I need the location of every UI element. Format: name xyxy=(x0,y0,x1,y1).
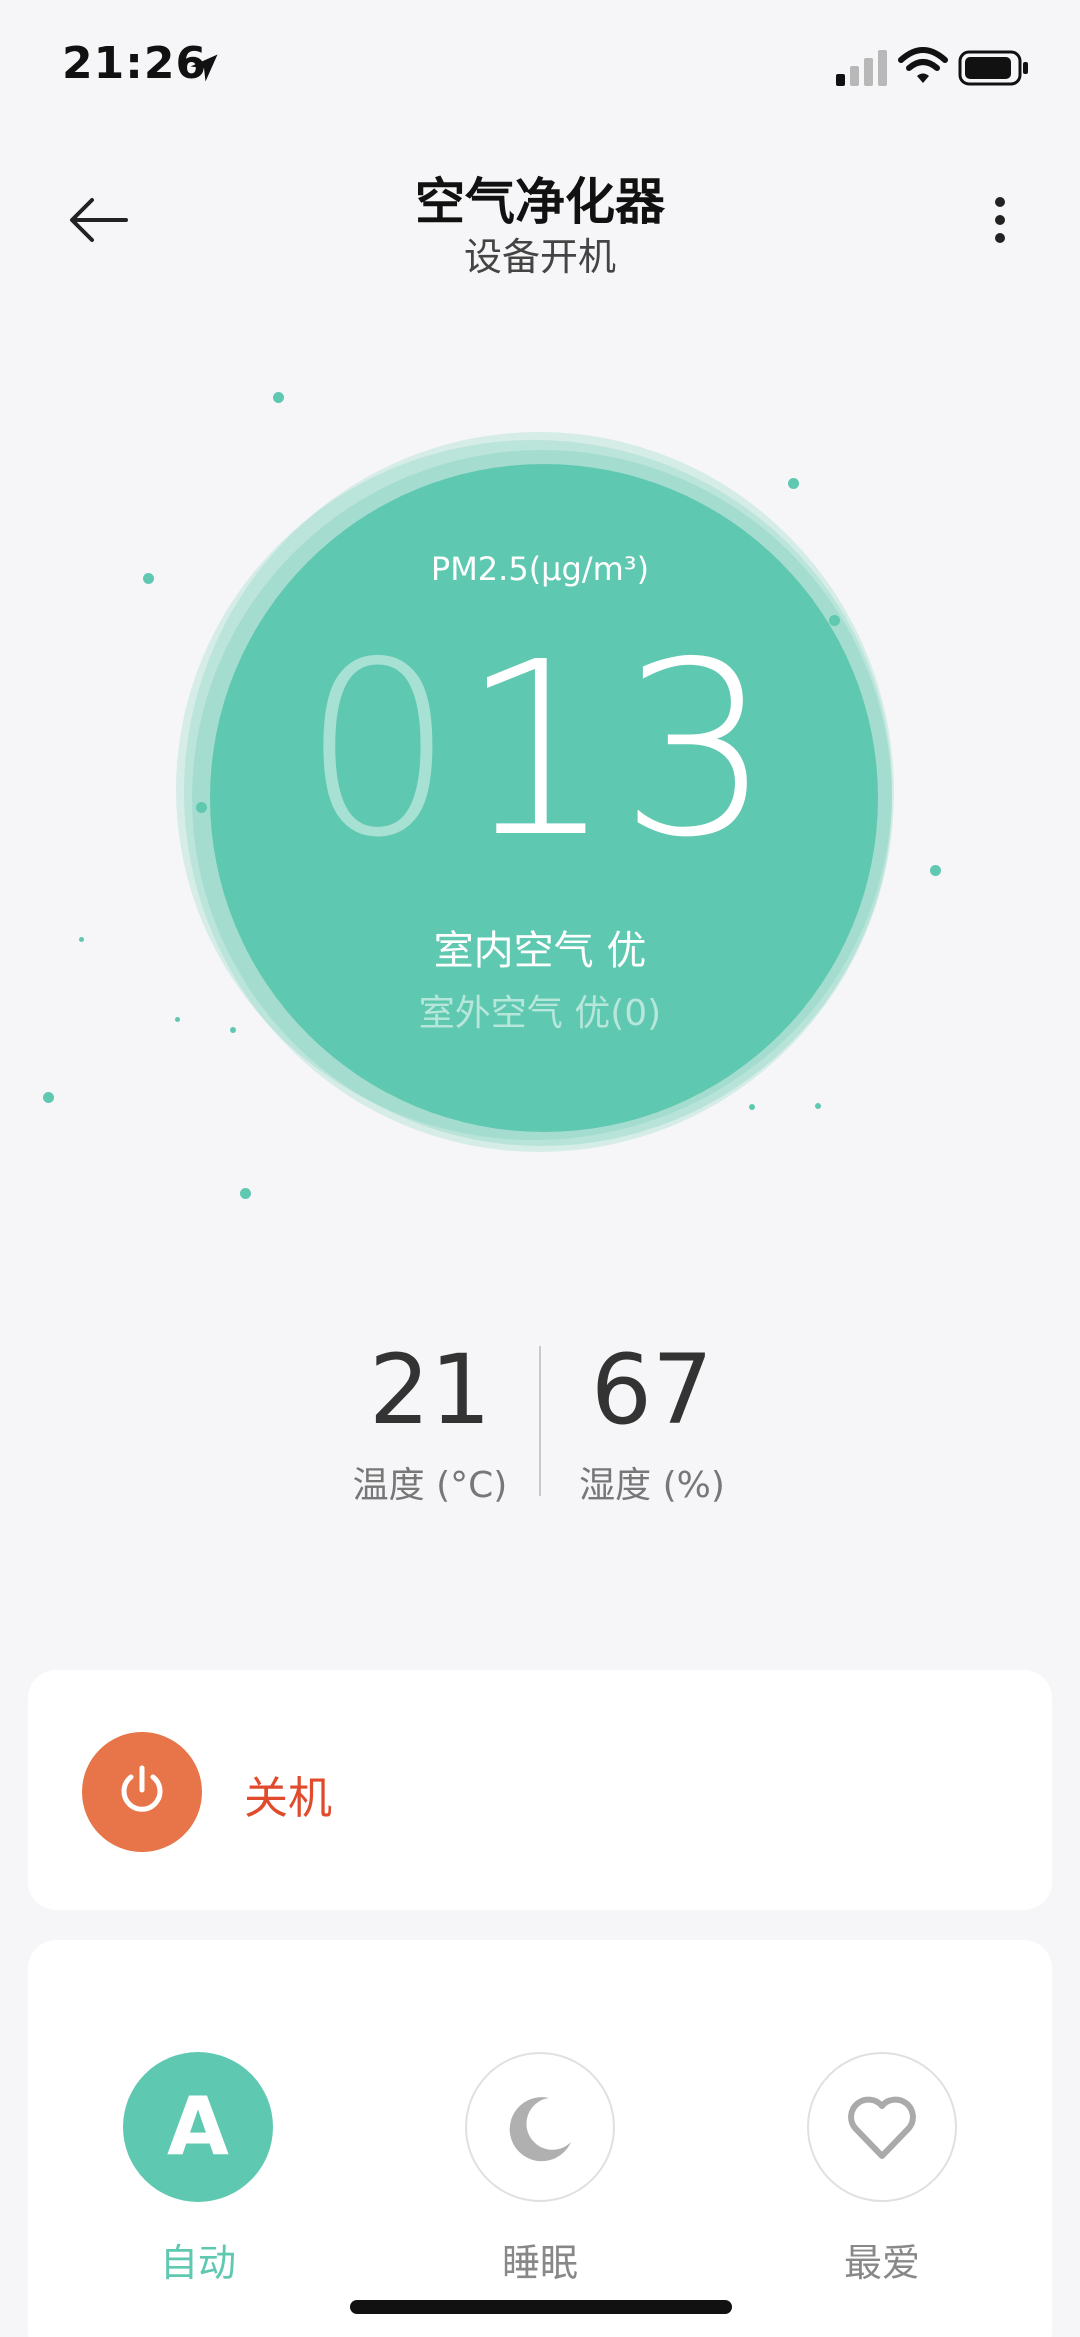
decorative-dot xyxy=(79,937,84,942)
favorite-mode-button[interactable] xyxy=(807,2052,957,2202)
temperature-value: 21 xyxy=(368,1334,492,1446)
battery-icon xyxy=(958,50,1028,86)
humidity-label: 湿度 (%) xyxy=(579,1465,725,1506)
power-off-label[interactable]: 关机 xyxy=(244,1762,332,1826)
auto-icon: A xyxy=(167,2080,229,2173)
home-indicator[interactable] xyxy=(350,2300,732,2314)
decorative-dot xyxy=(43,1092,54,1103)
sleep-mode-button[interactable] xyxy=(465,2052,615,2202)
wifi-icon xyxy=(898,47,948,83)
mode-label-auto: 自动 xyxy=(159,2241,236,2285)
mode-sleep[interactable]: 睡眠 xyxy=(440,2052,640,2287)
outdoor-air-status: 室外空气 优(0) xyxy=(418,993,662,1034)
mode-favorite[interactable]: 最爱 xyxy=(782,2052,982,2287)
pm25-main-digits: 13 xyxy=(460,610,779,890)
environment-stats: 21 温度 (°C) 67 湿度 (%) xyxy=(0,1330,1080,1510)
power-button[interactable] xyxy=(82,1732,202,1852)
cellular-signal-icon xyxy=(836,50,887,86)
pm25-value: 013 xyxy=(170,620,910,880)
air-quality-gauge: PM2.5(μg/m³) 013 室内空气 优 室外空气 优(0) xyxy=(170,420,910,1160)
mode-label-sleep: 睡眠 xyxy=(501,2241,578,2285)
page-title: 空气净化器 xyxy=(415,173,665,231)
pm25-leading-zero: 0 xyxy=(301,610,461,890)
decorative-dot xyxy=(143,573,154,584)
temperature-stat: 21 温度 (°C) xyxy=(300,1330,560,1508)
pm25-unit-label: PM2.5(μg/m³) xyxy=(430,550,650,588)
mode-card: A 自动 睡眠 最爱 xyxy=(28,1940,1052,2337)
moon-icon xyxy=(509,2097,571,2162)
humidity-value: 67 xyxy=(590,1334,714,1446)
decorative-dot xyxy=(273,392,284,403)
decorative-dot xyxy=(930,865,941,876)
device-status-subtitle: 设备开机 xyxy=(463,235,616,279)
power-card: 关机 xyxy=(28,1670,1052,1910)
heart-icon xyxy=(848,2096,916,2159)
status-bar: 21:26 xyxy=(0,0,1080,130)
location-arrow-icon xyxy=(190,54,218,82)
power-icon xyxy=(121,1765,163,1812)
mode-label-favorite: 最爱 xyxy=(843,2241,920,2285)
mode-auto[interactable]: A 自动 xyxy=(98,2052,298,2287)
indoor-air-status: 室内空气 优 xyxy=(433,928,647,974)
decorative-dot xyxy=(240,1188,251,1199)
humidity-stat: 67 湿度 (%) xyxy=(522,1330,782,1508)
more-options-button[interactable] xyxy=(970,180,1030,260)
screen: 21:26 空气净化器 设备开机 PM2.5(μg/m³) 013 室内空气 优… xyxy=(0,0,1080,2337)
temperature-label: 温度 (°C) xyxy=(352,1465,508,1506)
auto-mode-button[interactable]: A xyxy=(123,2052,273,2202)
more-vertical-icon xyxy=(995,197,1005,243)
